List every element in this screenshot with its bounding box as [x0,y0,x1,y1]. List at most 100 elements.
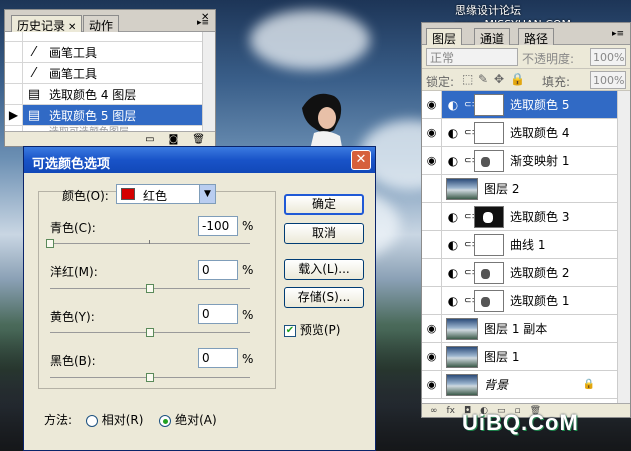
chain-link-icon[interactable]: ⊂⊃ [464,268,479,278]
eye-icon[interactable]: ◉ [422,343,442,370]
save-button[interactable]: 存储(S)... [284,287,364,308]
chain-link-icon[interactable]: ⊂⊃ [464,212,479,222]
black-input[interactable]: 0 [198,348,238,368]
layer-thumbnail[interactable] [446,317,478,340]
layer-row[interactable]: ◐ ⊂⊃ 选取颜色 3 [422,203,619,231]
lock-position-icon[interactable]: ✥ [494,72,504,86]
layer-row[interactable]: ◉ ◐ ⊂⊃ 选取颜色 5 [422,91,619,119]
layer-mask-thumbnail[interactable] [474,149,504,172]
eye-icon[interactable]: ◉ [422,371,442,398]
layer-row[interactable]: ◐ ⊂⊃ 曲线 1 [422,231,619,259]
layer-thumbnail[interactable] [446,177,478,200]
history-scrollbar[interactable] [202,32,215,132]
tab-history[interactable]: 历史记录 ✕ [11,15,83,33]
cyan-slider[interactable] [46,239,250,248]
layer-mask-thumbnail[interactable] [474,121,504,144]
preview-checkbox[interactable]: ✔ 预览(P) [284,321,340,338]
layer-row[interactable]: ◉ ◐ ⊂⊃ 选取颜色 4 [422,119,619,147]
chain-link-icon[interactable]: ⊂⊃ [464,296,479,306]
layer-row[interactable]: ◉ 图层 1 [422,343,619,371]
opacity-input[interactable]: 100% [590,48,626,66]
color-select[interactable]: 红色 ▼ [116,184,216,204]
layer-row[interactable]: ◐ ⊂⊃ 选取颜色 1 [422,287,619,315]
list-item[interactable]: ▤ 选取颜色 4 图层 [5,84,203,105]
layer-name: 背景 [484,378,509,392]
slider-thumb[interactable] [146,328,154,337]
layer-row[interactable]: ◉ 图层 1 副本 [422,315,619,343]
tab-paths[interactable]: 路径 [518,28,555,46]
cyan-input[interactable]: -100 [198,216,238,236]
layer-mask-thumbnail[interactable] [474,93,504,116]
layer-thumbnail[interactable] [446,373,478,396]
layer-row[interactable]: ◐ ⊂⊃ 选取颜色 2 [422,259,619,287]
eye-icon[interactable]: ◉ [422,147,442,174]
eye-icon[interactable] [422,287,442,314]
dialog-titlebar[interactable]: 可选颜色选项 ✕ [24,147,375,173]
eye-icon[interactable]: ◉ [422,119,442,146]
trash-icon[interactable]: 🗑 [192,134,205,145]
chain-link-icon[interactable]: ⊂⊃ [464,128,479,138]
magenta-input[interactable]: 0 [198,260,238,280]
adjustment-layer-icon: ◐ [447,97,459,112]
layers-scrollbar[interactable] [617,91,630,405]
checkmark-icon[interactable]: ✔ [284,324,296,337]
chain-link-icon[interactable]: ⊂⊃ [464,156,479,166]
link-icon[interactable]: ∞ [430,406,438,416]
layer-row[interactable]: 图层 2 [422,175,619,203]
eye-icon[interactable] [422,259,442,286]
snapshot-checkbox[interactable] [5,84,23,104]
snapshot-icon[interactable]: ◙ [169,134,179,145]
adjustment-layer-icon: ◐ [447,209,459,224]
layers-panel: 图层 通道 路径 ▸≡ 正常 不透明度: 100% 锁定: ⬚ ✎ ✥ 🔒 填充… [421,22,631,418]
eye-icon[interactable]: ◉ [422,315,442,342]
eye-icon[interactable] [422,231,442,258]
eye-icon[interactable]: ◉ [422,91,442,118]
fill-input[interactable]: 100% [590,71,626,89]
layer-mask-thumbnail[interactable] [474,233,504,256]
load-button[interactable]: 载入(L)... [284,259,364,280]
panel-menu-icon[interactable]: ▸≡ [612,29,624,39]
eye-icon[interactable] [422,175,442,202]
tab-channels[interactable]: 通道 [474,28,511,46]
snapshot-checkbox[interactable] [5,63,23,83]
method-absolute-radio[interactable]: 绝对(A) [159,413,217,427]
close-icon[interactable]: ✕ [351,150,371,170]
chain-link-icon[interactable]: ⊂⊃ [464,100,479,110]
list-item[interactable]: ⁄ 画笔工具 [5,42,203,63]
layer-row[interactable]: ◉ 背景 🔒 [422,371,619,399]
slider-thumb[interactable] [146,284,154,293]
tab-layers[interactable]: 图层 [426,28,463,46]
layer-mask-thumbnail[interactable] [474,261,504,284]
panel-menu-icon[interactable]: ▸≡ [197,18,209,28]
snapshot-checkbox[interactable] [5,42,23,62]
tab-actions[interactable]: 动作 [83,15,120,33]
lock-pixels-icon[interactable]: ✎ [478,72,488,86]
layer-mask-thumbnail[interactable] [474,289,504,312]
blend-mode-select[interactable]: 正常 [426,48,518,66]
chain-link-icon[interactable]: ⊂⊃ [464,240,479,250]
fx-icon[interactable]: fx [447,406,456,416]
method-relative-radio[interactable]: 相对(R) [85,413,147,427]
layer-thumbnail[interactable] [446,345,478,368]
magenta-slider[interactable] [50,284,250,293]
slider-thumb[interactable] [46,239,54,248]
new-document-icon[interactable]: ▭ [145,134,154,145]
ok-button[interactable]: 确定 [284,194,364,215]
chevron-down-icon[interactable]: ▼ [199,185,215,203]
history-list: ⁄ 画笔工具 ⁄ 画笔工具 ▤ 选取颜色 4 图层 ▶ ▤ 选取颜色 5 图层 … [5,32,203,132]
lock-all-icon[interactable]: 🔒 [510,72,525,86]
layer-row[interactable]: ◉ ◐ ⊂⊃ 渐变映射 1 [422,147,619,175]
lock-transparency-icon[interactable]: ⬚ [462,72,473,86]
black-slider[interactable] [50,373,250,382]
percent-sign: % [242,308,254,322]
list-item[interactable]: ⁄ 画笔工具 [5,63,203,84]
cancel-button[interactable]: 取消 [284,223,364,244]
yellow-slider[interactable] [50,328,250,337]
layer-mask-thumbnail[interactable] [474,205,504,228]
layers-tabbar: 图层 通道 路径 ▸≡ [422,23,630,46]
brush-icon: ⁄ [32,65,36,81]
adjustment-layer-icon: ◐ [447,153,459,168]
eye-icon[interactable] [422,203,442,230]
yellow-input[interactable]: 0 [198,304,238,324]
slider-thumb[interactable] [146,373,154,382]
